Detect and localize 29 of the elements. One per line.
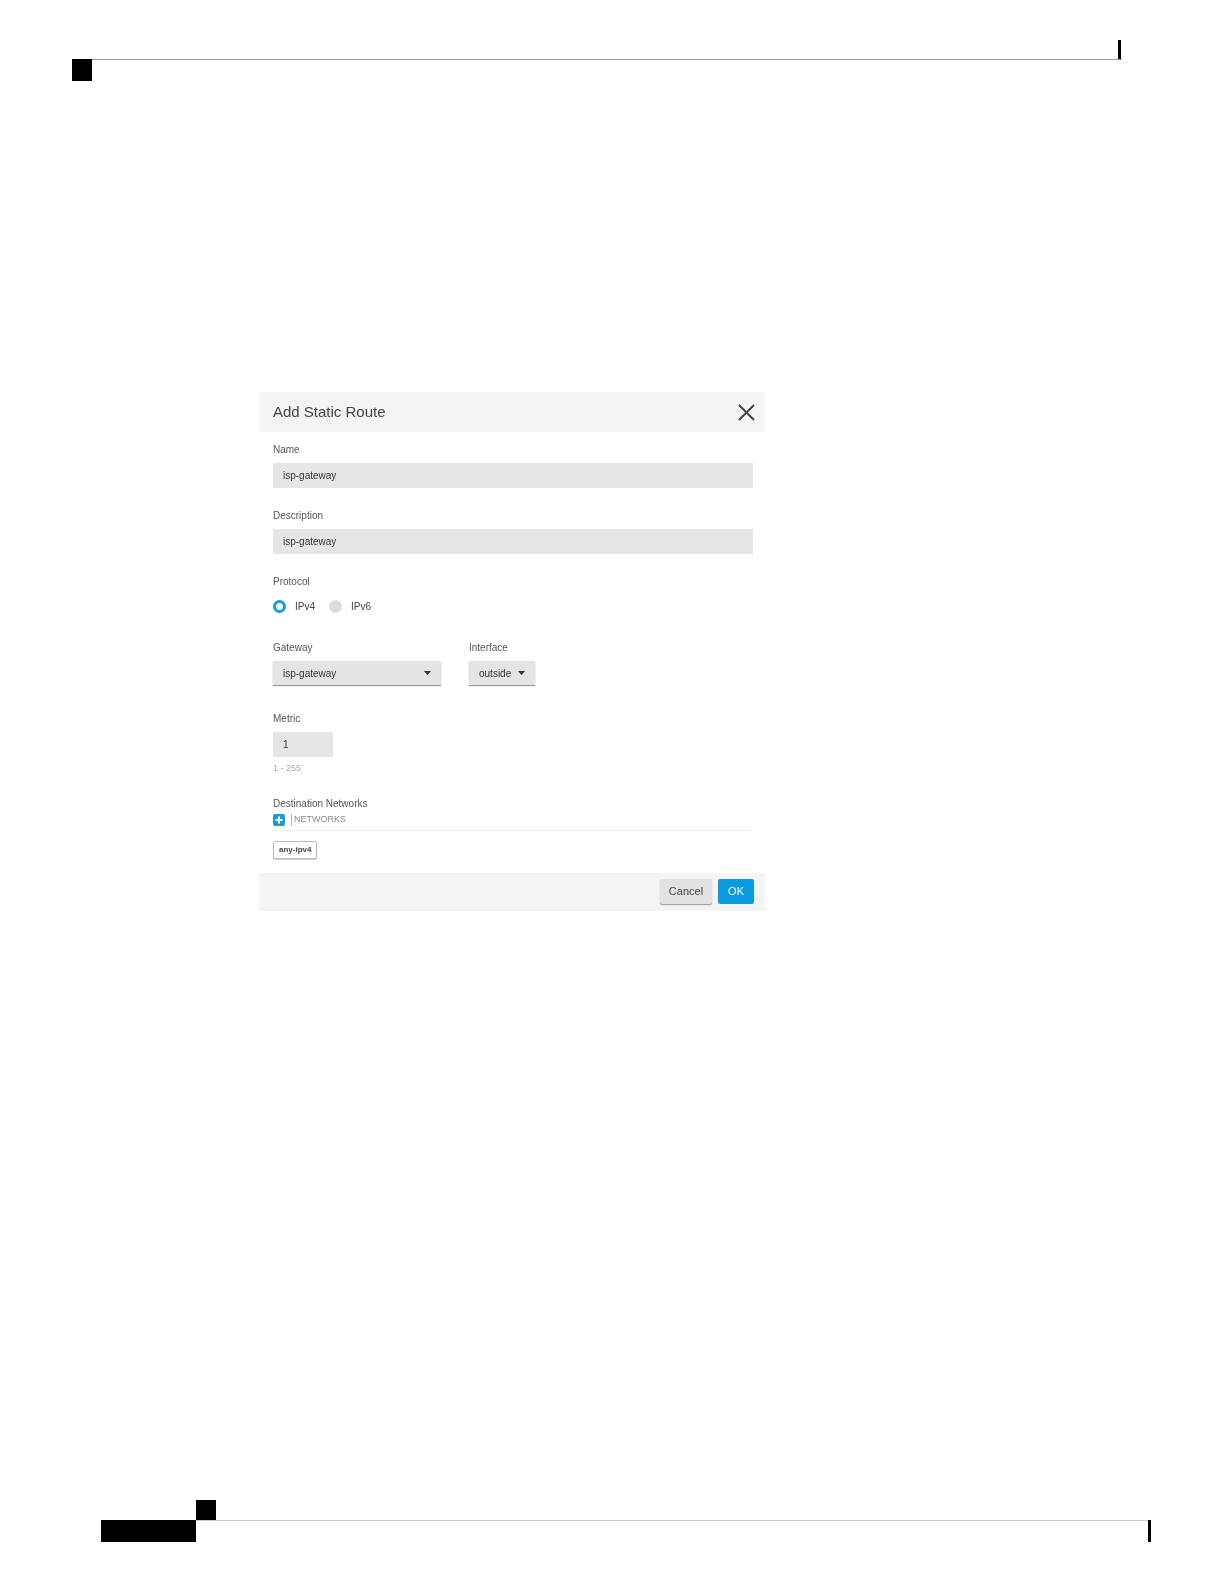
- page-corner-mark: [72, 59, 92, 81]
- radio-button[interactable]: [329, 600, 342, 613]
- text-field[interactable]: isp-gateway: [273, 529, 753, 554]
- add-icon[interactable]: [273, 813, 285, 826]
- dialog-title: Add Static Route: [273, 401, 386, 422]
- field-label: Metric: [273, 712, 302, 726]
- field-label: Destination Networks: [273, 796, 369, 811]
- network-input[interactable]: NETWORKS: [291, 813, 491, 826]
- page-edge-mark: [1148, 1520, 1151, 1542]
- field-label: Protocol: [273, 575, 311, 589]
- caret-icon: [424, 671, 431, 675]
- field-label: Description: [273, 509, 325, 523]
- radio-button[interactable]: [273, 600, 286, 613]
- radio-label: IPv6: [351, 600, 372, 614]
- page-edge-mark: [1118, 40, 1121, 59]
- cancel-button[interactable]: Cancel: [659, 879, 713, 904]
- dropdown[interactable]: isp-gateway: [273, 661, 441, 685]
- field-label: Name: [273, 443, 301, 457]
- text-field[interactable]: isp-gateway: [273, 463, 753, 488]
- network-tag: any-ipv4: [273, 840, 318, 859]
- dropdown[interactable]: outside: [469, 661, 535, 685]
- range-hint: 1 - 255: [273, 762, 303, 775]
- page-corner-mark: [196, 1500, 216, 1520]
- close-icon[interactable]: [738, 403, 755, 421]
- field-label: Gateway: [273, 641, 314, 655]
- radio-label: IPv4: [295, 600, 315, 614]
- text-field[interactable]: 1: [273, 732, 333, 757]
- field-label: Interface: [469, 641, 509, 655]
- caret-icon: [518, 671, 525, 675]
